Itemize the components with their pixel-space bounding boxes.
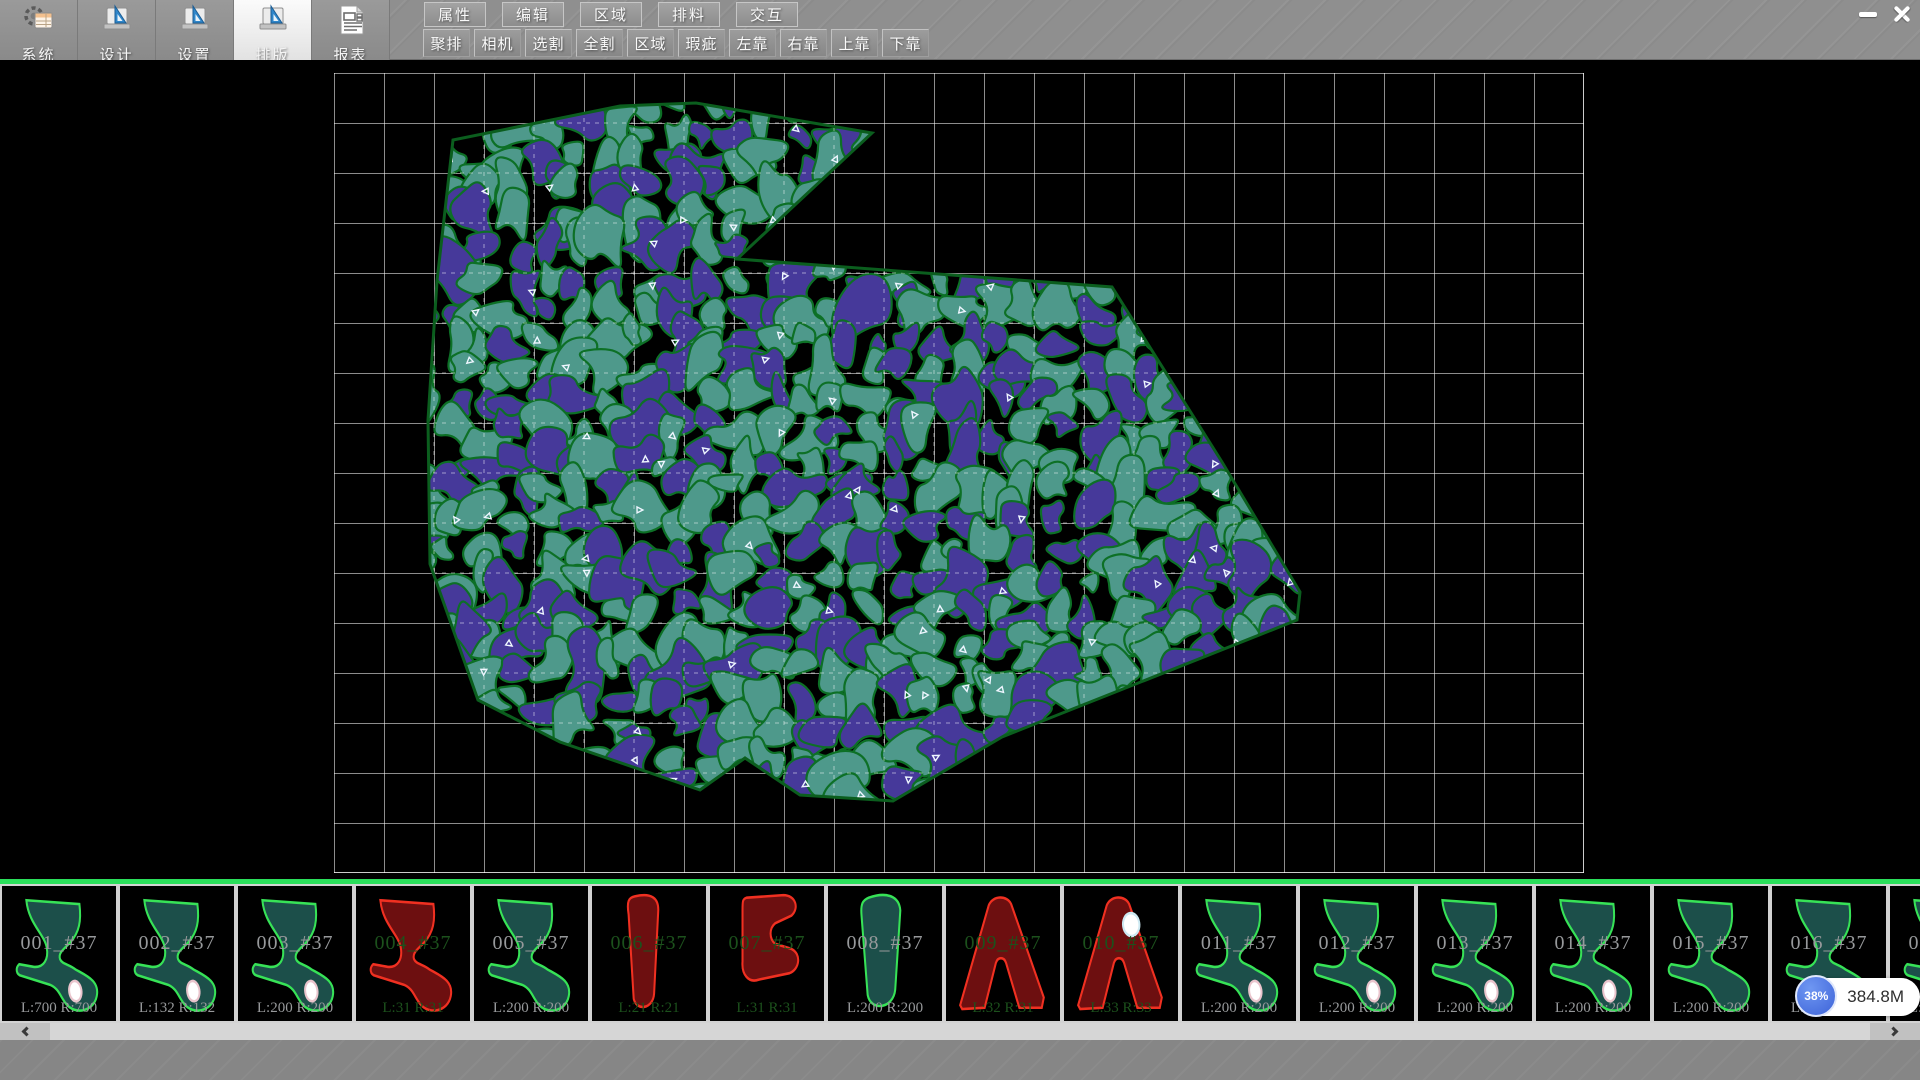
piece-thumbnail-6[interactable]: 006_#37 L:21 R:21	[590, 884, 708, 1023]
piece-thumbnail-14[interactable]: 014_#37 L:200 R:200	[1534, 884, 1652, 1023]
menu-button-4[interactable]: 排料	[658, 2, 720, 27]
piece-list: 001_#37L:700 R:700002_#37L:132 R:132003_…	[0, 884, 1920, 1023]
menu-button-1[interactable]: 属性	[424, 2, 486, 27]
piece-thumbnail-3[interactable]: 003_#37 L:200 R:200	[236, 884, 354, 1023]
menu-button-5[interactable]: 交互	[736, 2, 798, 27]
piece-lr-count: L:132 R:132	[120, 1000, 234, 1017]
menu-button-2[interactable]: 编辑	[502, 2, 564, 27]
memory-status: 38% 384.8M	[1797, 978, 1920, 1016]
piece-lr-count: L:21 R:21	[592, 1000, 706, 1017]
piece-thumbnail-5[interactable]: 005_#37 L:200 R:200	[472, 884, 590, 1023]
piece-id: 007_#37	[710, 932, 824, 955]
piece-lr-count: L:200 R:200	[1654, 1000, 1768, 1017]
close-button[interactable]	[1888, 2, 1916, 26]
nesting-canvas[interactable]	[0, 60, 1920, 879]
tab-5[interactable]: 报表	[312, 0, 390, 60]
tool-button-5[interactable]: 区域	[627, 29, 674, 57]
window-controls	[1854, 2, 1916, 28]
piece-id: 008_#37	[828, 932, 942, 955]
tab-4[interactable]: 排版	[234, 0, 312, 60]
piece-thumbnail-9[interactable]: 009_#37 L:32 R:31	[944, 884, 1062, 1023]
tool-button-3[interactable]: 选割	[525, 29, 572, 57]
piece-thumbnail-7[interactable]: 007_#37 L:31 R:31	[708, 884, 826, 1023]
piece-lr-count: L:200 R:200	[1182, 1000, 1296, 1017]
memory-label: 384.8M	[1847, 987, 1904, 1007]
piece-lr-count: L:200 R:200	[828, 1000, 942, 1017]
piece-thumbnail-8[interactable]: 008_#37 L:200 R:200	[826, 884, 944, 1023]
status-bar	[0, 1040, 1920, 1080]
piece-id: 005_#37	[474, 932, 588, 955]
piece-lr-count: L:200 R:200	[1300, 1000, 1414, 1017]
piece-id: 010_#37	[1064, 932, 1178, 955]
chevron-right-icon	[1889, 1027, 1899, 1037]
tool-button-4[interactable]: 全割	[576, 29, 623, 57]
piece-id: 004_#37	[356, 932, 470, 955]
tool-button-1[interactable]: 聚排	[423, 29, 470, 57]
chevron-left-icon	[22, 1027, 32, 1037]
tool-button-9[interactable]: 上靠	[831, 29, 878, 57]
main-tabs: 系统设计设置排版报表	[0, 0, 390, 60]
menu-button-3[interactable]: 区域	[580, 2, 642, 27]
progress-circle: 38%	[1795, 975, 1837, 1017]
tool-button-6[interactable]: 瑕疵	[678, 29, 725, 57]
piece-id: 002_#37	[120, 932, 234, 955]
piece-thumbnail-1[interactable]: 001_#37 L:700 R:700	[0, 884, 118, 1023]
scroll-left-button[interactable]	[0, 1023, 50, 1040]
piece-id: 006_#37	[592, 932, 706, 955]
piece-thumbnail-13[interactable]: 013_#37 L:200 R:200	[1416, 884, 1534, 1023]
tab-3[interactable]: 设置	[156, 0, 234, 60]
nested-hide-layout[interactable]	[0, 60, 1920, 879]
piece-lr-count: L:31 R:31	[356, 1000, 470, 1017]
piece-id: 012_#37	[1300, 932, 1414, 955]
layout-icon	[256, 3, 290, 42]
piece-thumbnail-2[interactable]: 002_#37 L:132 R:132	[118, 884, 236, 1023]
piece-id: 013_#37	[1418, 932, 1532, 955]
piece-lr-count: L:200 R:200	[1536, 1000, 1650, 1017]
minimize-icon	[1859, 12, 1877, 17]
piece-lr-count: L:31 R:31	[710, 1000, 824, 1017]
piece-thumbnail-12[interactable]: 012_#37 L:200 R:200	[1298, 884, 1416, 1023]
piece-id: 009_#37	[946, 932, 1060, 955]
toolbar: 系统设计设置排版报表 属性编辑区域排料交互 聚排相机选割全割区域瑕疵左靠右靠上靠…	[0, 0, 1920, 60]
minimize-button[interactable]	[1854, 2, 1882, 26]
scroll-track[interactable]	[50, 1023, 1870, 1040]
tab-1[interactable]: 系统	[0, 0, 78, 60]
piece-id: 015_#37	[1654, 932, 1768, 955]
piece-id: 011_#37	[1182, 932, 1296, 955]
app-window: 系统设计设置排版报表 属性编辑区域排料交互 聚排相机选割全割区域瑕疵左靠右靠上靠…	[0, 0, 1920, 1080]
piece-thumbnail-11[interactable]: 011_#37 L:200 R:200	[1180, 884, 1298, 1023]
system-icon	[22, 3, 56, 42]
settings-icon	[178, 3, 212, 42]
piece-lr-count: L:33 R:33	[1064, 1000, 1178, 1017]
piece-lr-count: L:700 R:700	[2, 1000, 116, 1017]
piece-thumbnail-15[interactable]: 015_#37 L:200 R:200	[1652, 884, 1770, 1023]
progress-percent: 38%	[1804, 989, 1828, 1003]
piece-id: 017_#37	[1890, 932, 1920, 955]
piece-lr-count: L:200 R:200	[238, 1000, 352, 1017]
tab-2[interactable]: 设计	[78, 0, 156, 60]
piece-lr-count: L:32 R:31	[946, 1000, 1060, 1017]
design-icon	[100, 3, 134, 42]
piece-id: 003_#37	[238, 932, 352, 955]
horizontal-scrollbar[interactable]	[0, 1023, 1920, 1040]
piece-lr-count: L:200 R:200	[1418, 1000, 1532, 1017]
tool-button-8[interactable]: 右靠	[780, 29, 827, 57]
tool-button-2[interactable]: 相机	[474, 29, 521, 57]
tool-button-10[interactable]: 下靠	[882, 29, 929, 57]
tool-bar: 聚排相机选割全割区域瑕疵左靠右靠上靠下靠	[423, 29, 929, 57]
piece-id: 016_#37	[1772, 932, 1886, 955]
piece-lr-count: L:200 R:200	[474, 1000, 588, 1017]
scroll-right-button[interactable]	[1870, 1023, 1920, 1040]
report-icon	[334, 3, 368, 42]
menu-bar: 属性编辑区域排料交互	[424, 2, 798, 27]
piece-thumbnail-4[interactable]: 004_#37 L:31 R:31	[354, 884, 472, 1023]
piece-id: 014_#37	[1536, 932, 1650, 955]
nested-pieces[interactable]	[334, 73, 1584, 873]
tool-button-7[interactable]: 左靠	[729, 29, 776, 57]
piece-id: 001_#37	[2, 932, 116, 955]
piece-thumbnail-10[interactable]: 010_#37 L:33 R:33	[1062, 884, 1180, 1023]
close-icon	[1892, 4, 1912, 24]
